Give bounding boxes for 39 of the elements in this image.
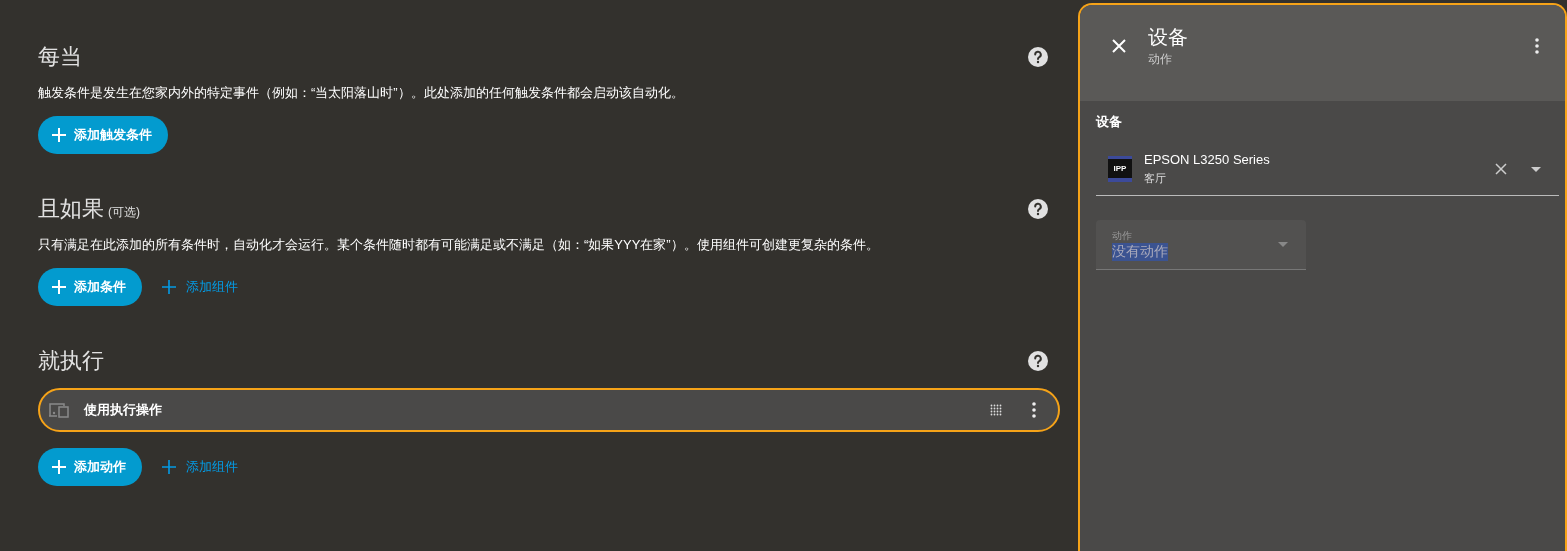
printer-logo-icon: IPP xyxy=(1108,156,1132,182)
add-button[interactable]: 添加条件 xyxy=(38,268,142,306)
plus-icon xyxy=(52,460,66,474)
panel-title: 设备 xyxy=(1148,25,1189,50)
clear-icon[interactable] xyxy=(1495,163,1507,175)
more-icon[interactable] xyxy=(1032,402,1036,418)
action-select[interactable]: 动作 没有动作 xyxy=(1096,220,1306,270)
field-value: 没有动作 xyxy=(1112,242,1168,261)
drag-handle-icon[interactable] xyxy=(990,404,1002,416)
caret-icon xyxy=(1278,242,1288,247)
add-button[interactable]: 添加触发条件 xyxy=(38,116,168,154)
section-title: 就执行 xyxy=(38,347,104,375)
optional-note: (可选) xyxy=(108,204,140,221)
field-label: 动作 xyxy=(1112,228,1133,243)
plus-icon xyxy=(162,280,176,294)
section-description: 只有满足在此添加的所有条件时，自动化才会运行。某个条件随时都有可能满足或不满足（如：“如果YYY在家”）。使用组件可创建更复杂的条件。 xyxy=(38,236,880,254)
panel-subtitle: 动作 xyxy=(1148,51,1173,68)
section-description: 触发条件是发生在您家内外的特定事件（例如：“当太阳落山时”）。此处添加的任何触发条件都会启动该自动化。 xyxy=(38,84,685,102)
device-heading: 设备 xyxy=(1096,113,1123,131)
device-name: EPSON L3250 Series xyxy=(1144,152,1271,167)
plus-icon xyxy=(52,280,66,294)
help-icon[interactable] xyxy=(1028,47,1048,67)
action-label: 使用执行操作 xyxy=(84,401,163,419)
more-icon[interactable] xyxy=(1535,38,1539,54)
add-button[interactable]: 添加组件 xyxy=(150,268,250,306)
device-area: 客厅 xyxy=(1144,171,1495,186)
help-icon[interactable] xyxy=(1028,199,1048,219)
caret-icon[interactable] xyxy=(1531,166,1541,172)
plus-icon xyxy=(162,460,176,474)
device-picker[interactable]: IPP EPSON L3250 Series 客厅 xyxy=(1096,143,1559,196)
section-title: 且如果 xyxy=(38,195,104,223)
section-title: 每当 xyxy=(38,43,82,71)
help-icon[interactable] xyxy=(1028,351,1048,371)
devices-icon xyxy=(48,402,70,418)
close-icon[interactable] xyxy=(1112,39,1126,53)
add-button[interactable]: 添加组件 xyxy=(150,448,250,486)
action-row[interactable]: 使用执行操作 xyxy=(38,388,1060,432)
plus-icon xyxy=(52,128,66,142)
add-button[interactable]: 添加动作 xyxy=(38,448,142,486)
